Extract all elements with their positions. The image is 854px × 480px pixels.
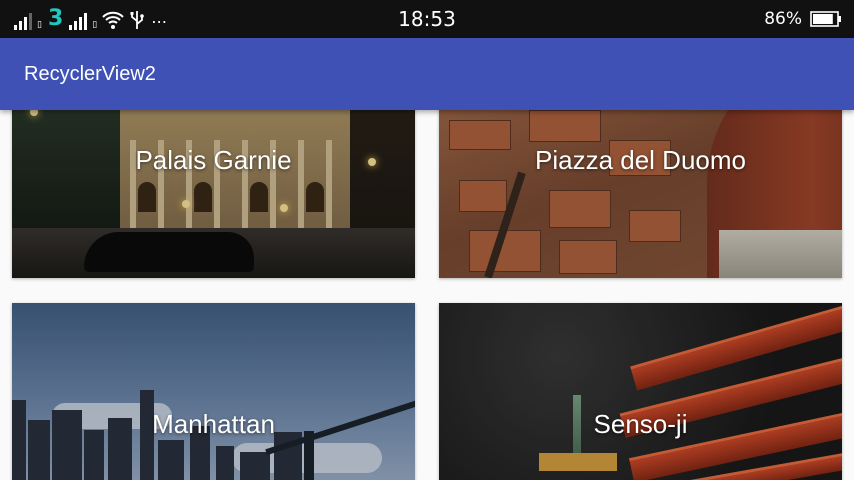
app-bar: RecyclerView2 <box>0 38 854 110</box>
card-senso-ji[interactable]: Senso-ji <box>439 303 842 480</box>
card-title: Manhattan <box>152 409 275 439</box>
app-title: RecyclerView2 <box>24 63 156 85</box>
card-title: Senso-ji <box>593 409 688 439</box>
card-palais-garnier[interactable]: Palais Garnie <box>12 100 415 278</box>
status-bar: ▯ 3 ▯ ⋯ 18:53 86% <box>0 0 854 38</box>
status-time: 18:53 <box>398 7 456 31</box>
battery-percent: 86% <box>764 9 802 29</box>
card-title: Piazza del Duomo <box>535 145 746 175</box>
card-piazza-del-duomo[interactable]: Piazza del Duomo <box>439 100 842 278</box>
battery-icon <box>810 11 841 27</box>
card-title: Palais Garnie <box>135 145 292 175</box>
card-manhattan[interactable]: Manhattan <box>12 303 415 480</box>
status-icons-right: 86% <box>764 7 842 31</box>
